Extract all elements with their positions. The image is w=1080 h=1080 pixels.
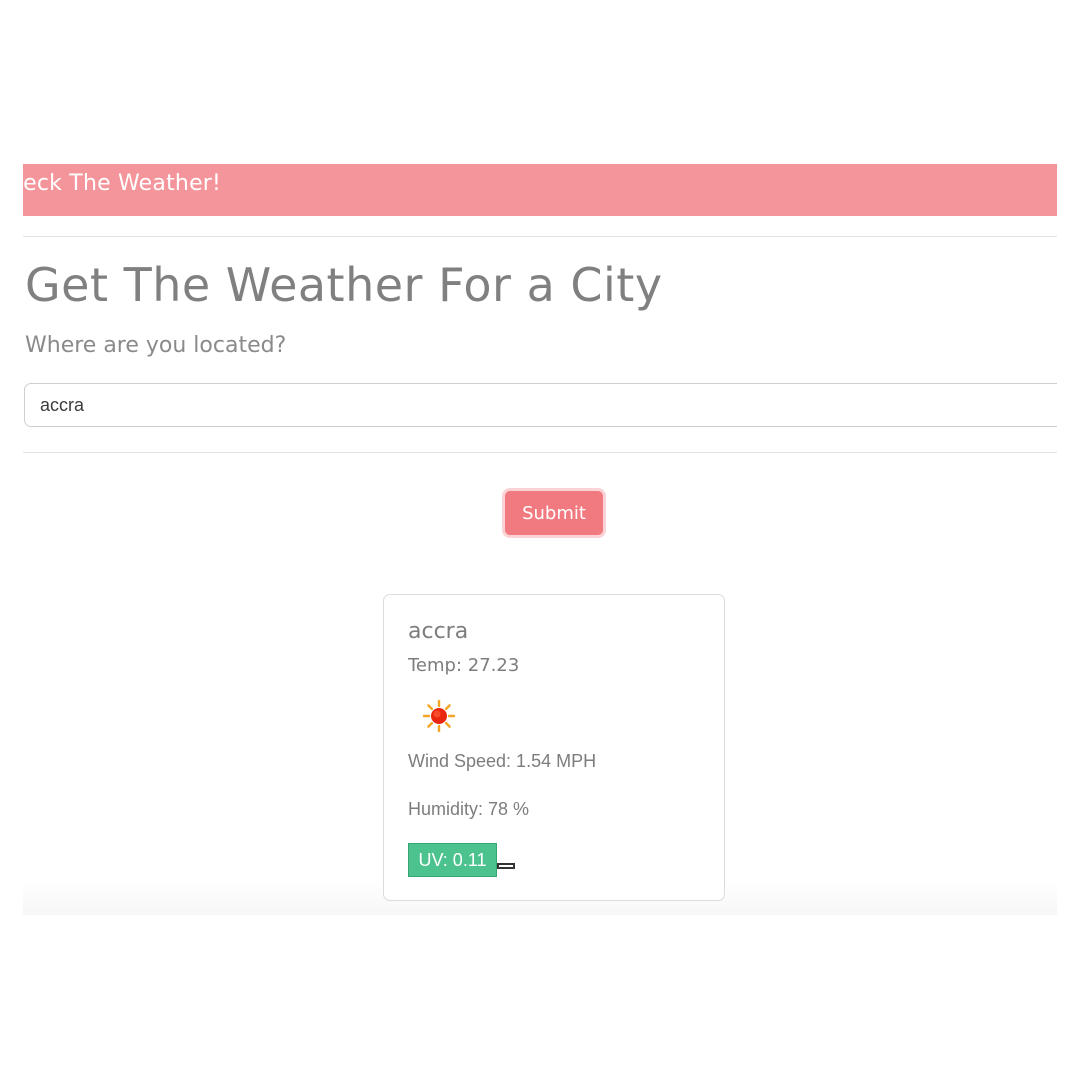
card-wind-speed: Wind Speed: 1.54 MPH (408, 751, 597, 771)
card-city-name: accra (408, 619, 469, 644)
page-title: Get The Weather For a City (25, 258, 663, 312)
banner-title: heck The Weather! (23, 171, 222, 196)
uv-badge-marker (497, 863, 515, 869)
city-input[interactable] (24, 383, 1057, 427)
card-temperature: Temp: 27.23 (408, 655, 520, 676)
page-frame: heck The Weather! Get The Weather For a … (23, 0, 1057, 1080)
form-divider (23, 452, 1057, 453)
submit-button[interactable]: Submit (502, 488, 606, 538)
weather-card: accra Temp: 27.23 Wind Speed: 1.54 MPH H… (383, 594, 725, 901)
uv-index-badge: UV: 0.11 (408, 843, 497, 877)
header-banner: heck The Weather! (23, 164, 1057, 216)
sun-icon (422, 699, 456, 733)
top-divider (23, 236, 1057, 237)
location-prompt: Where are you located? (25, 333, 287, 358)
card-humidity: Humidity: 78 % (408, 799, 530, 819)
